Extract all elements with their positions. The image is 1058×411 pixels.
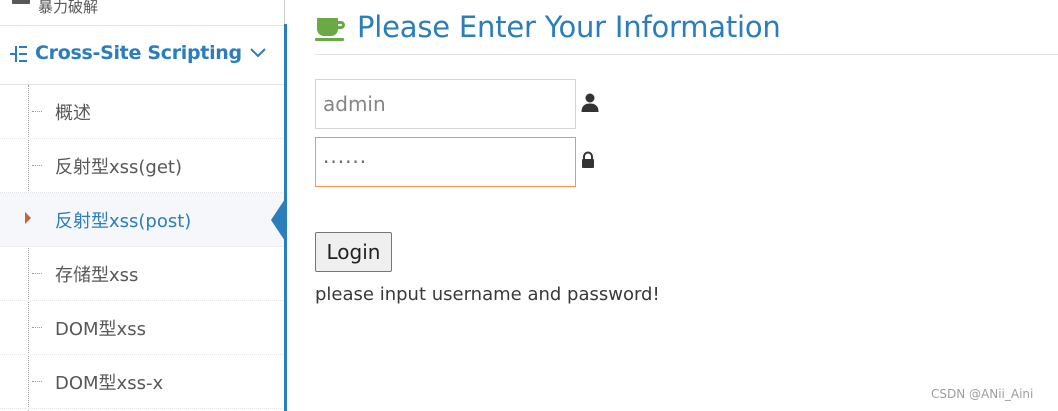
- caret-right-icon: [25, 212, 31, 224]
- sidebar-item-reflected-xss-get[interactable]: 反射型xss(get): [0, 139, 285, 193]
- tree-connector: [32, 327, 42, 328]
- sidebar-item-label: 存储型xss: [55, 265, 139, 286]
- content-border: [284, 24, 287, 411]
- sidebar-item-label: DOM型xss-x: [55, 373, 164, 394]
- sidebar-item-reflected-xss-post[interactable]: 反射型xss(post): [0, 193, 285, 247]
- page-title: Please Enter Your Information: [357, 10, 781, 44]
- page-header: Please Enter Your Information: [315, 0, 1058, 55]
- login-button[interactable]: Login: [315, 232, 392, 272]
- sidebar-submenu: 概述 反射型xss(get) 反射型xss(post) 存储型xss DOM型x…: [0, 85, 285, 411]
- sidebar-item-label: 反射型xss(post): [55, 211, 192, 232]
- coffee-icon: [315, 18, 345, 41]
- tree-connector: [32, 381, 42, 382]
- sidebar-item-overview[interactable]: 概述: [0, 85, 285, 139]
- password-field[interactable]: [315, 137, 576, 187]
- sidebar: 暴力破解 Cross-Site Scripting 概述 反射型xss(get)…: [0, 0, 285, 411]
- sidebar-item-dom-xss-x[interactable]: DOM型xss-x: [0, 355, 285, 409]
- sidebar-group-label: Cross-Site Scripting: [35, 42, 242, 64]
- sidebar-item-stored-xss[interactable]: 存储型xss: [0, 247, 285, 301]
- user-icon: [581, 93, 599, 112]
- username-field[interactable]: [315, 79, 576, 129]
- tree-connector: [32, 111, 42, 112]
- chevron-down-icon[interactable]: [249, 47, 267, 59]
- sidebar-item-dom-xss[interactable]: DOM型xss: [0, 301, 285, 355]
- sidebar-item-label: 反射型xss(get): [55, 157, 183, 178]
- sidebar-group-xss[interactable]: Cross-Site Scripting: [0, 26, 285, 85]
- status-message: please input username and password!: [315, 284, 660, 305]
- list-icon: [12, 0, 30, 4]
- lock-icon: [582, 151, 594, 168]
- tree-connector: [32, 273, 42, 274]
- watermark: CSDN @ANii_Aini: [931, 387, 1034, 401]
- sidebar-item-label: DOM型xss: [55, 319, 146, 340]
- sidebar-item-brute-force[interactable]: 暴力破解: [0, 0, 285, 26]
- sidebar-item-label: 暴力破解: [38, 0, 99, 16]
- tree-connector: [32, 165, 42, 166]
- active-pointer-icon: [271, 199, 285, 241]
- tree-icon: [10, 46, 27, 62]
- sidebar-item-label: 概述: [55, 103, 91, 124]
